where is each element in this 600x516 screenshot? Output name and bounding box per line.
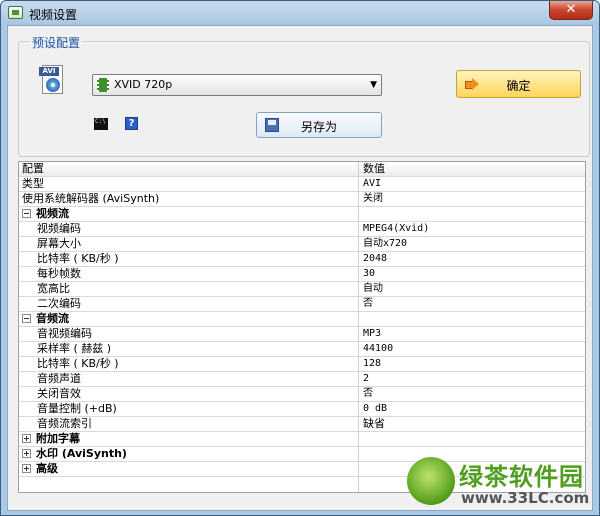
row-value[interactable]: 44100 bbox=[360, 342, 585, 357]
preset-group-title: 预设配置 bbox=[29, 34, 84, 51]
preset-group: 预设配置 AVI XVID 720p ▼ 确定 C:\ ? 另存为 bbox=[18, 34, 590, 157]
grid-row[interactable]: 宽高比 自动 bbox=[19, 282, 585, 297]
row-value[interactable]: 30 bbox=[360, 267, 585, 282]
grid-row[interactable]: 音频流索引 缺省 bbox=[19, 417, 585, 432]
save-as-button[interactable]: 另存为 bbox=[256, 112, 382, 138]
grid-row[interactable]: 音量控制 (+dB) 0 dB bbox=[19, 402, 585, 417]
grid-row[interactable]: 屏幕大小 自动x720 bbox=[19, 237, 585, 252]
row-label: 每秒帧数 bbox=[19, 267, 359, 282]
grid-row[interactable]: 每秒帧数 30 bbox=[19, 267, 585, 282]
film-icon bbox=[97, 78, 109, 92]
watermark-brand: 绿茶软件园 bbox=[459, 463, 584, 491]
settings-property-grid: 配置 数值 类型 AVI 使用系统解码器 (AviSynth) 关闭 视频流 视… bbox=[18, 161, 586, 493]
column-header-config[interactable]: 配置 bbox=[19, 162, 359, 177]
row-value[interactable]: 自动x720 bbox=[360, 237, 585, 252]
grid-group-video[interactable]: 视频流 bbox=[19, 207, 585, 222]
grid-row[interactable]: 关闭音效 否 bbox=[19, 387, 585, 402]
grid-row[interactable]: 使用系统解码器 (AviSynth) 关闭 bbox=[19, 192, 585, 207]
row-label: 音量控制 (+dB) bbox=[19, 402, 359, 417]
row-label: 类型 bbox=[19, 177, 359, 192]
row-label: 使用系统解码器 (AviSynth) bbox=[19, 192, 359, 207]
collapse-icon[interactable] bbox=[22, 209, 31, 218]
window-title: 视频设置 bbox=[29, 8, 78, 22]
group-label: 视频流 bbox=[36, 207, 69, 220]
collapse-icon[interactable] bbox=[22, 314, 31, 323]
ok-button-label: 确定 bbox=[506, 79, 531, 93]
row-value[interactable]: 2048 bbox=[360, 252, 585, 267]
row-label: 比特率 ( KB/秒 ) bbox=[19, 357, 359, 372]
row-label: 音频声道 bbox=[19, 372, 359, 387]
row-label: 比特率 ( KB/秒 ) bbox=[19, 252, 359, 267]
group-label: 水印 (AviSynth) bbox=[36, 447, 127, 460]
group-label: 附加字幕 bbox=[36, 432, 80, 445]
close-button[interactable]: ✕ bbox=[549, 1, 593, 20]
grid-group-audio[interactable]: 音频流 bbox=[19, 312, 585, 327]
grid-row[interactable]: 采样率 ( 赫兹 ) 44100 bbox=[19, 342, 585, 357]
row-label: 采样率 ( 赫兹 ) bbox=[19, 342, 359, 357]
row-label: 屏幕大小 bbox=[19, 237, 359, 252]
row-value[interactable]: 0 dB bbox=[360, 402, 585, 417]
row-label: 宽高比 bbox=[19, 282, 359, 297]
grid-group-subtitles[interactable]: 附加字幕 bbox=[19, 432, 585, 447]
row-value[interactable]: MPEG4(Xvid) bbox=[360, 222, 585, 237]
site-watermark: 绿茶软件园 www.33LC.com bbox=[407, 453, 597, 513]
row-value[interactable]: 关闭 bbox=[360, 192, 585, 207]
row-value bbox=[360, 312, 585, 327]
row-label: 音频流索引 bbox=[19, 417, 359, 432]
expand-icon[interactable] bbox=[22, 449, 31, 458]
row-value[interactable]: 否 bbox=[360, 387, 585, 402]
help-icon[interactable]: ? bbox=[125, 117, 138, 130]
row-value bbox=[360, 207, 585, 222]
group-label: 音频流 bbox=[36, 312, 69, 325]
grid-row[interactable]: 比特率 ( KB/秒 ) 128 bbox=[19, 357, 585, 372]
expand-icon[interactable] bbox=[22, 464, 31, 473]
preset-dropdown[interactable]: XVID 720p ▼ bbox=[92, 74, 382, 96]
ok-button[interactable]: 确定 bbox=[456, 70, 581, 98]
avi-file-icon: AVI bbox=[39, 65, 65, 95]
row-value[interactable]: 2 bbox=[360, 372, 585, 387]
row-label: 关闭音效 bbox=[19, 387, 359, 402]
row-label: 视频编码 bbox=[19, 222, 359, 237]
row-label: 音视频编码 bbox=[19, 327, 359, 342]
command-line-icon[interactable]: C:\ bbox=[94, 118, 108, 130]
grid-row[interactable]: 二次编码 否 bbox=[19, 297, 585, 312]
row-value[interactable]: MP3 bbox=[360, 327, 585, 342]
dialog-body: 预设配置 AVI XVID 720p ▼ 确定 C:\ ? 另存为 配置 数值 … bbox=[7, 25, 593, 511]
row-value bbox=[360, 432, 585, 447]
watermark-logo bbox=[407, 457, 455, 505]
row-value[interactable]: 128 bbox=[360, 357, 585, 372]
avi-tag: AVI bbox=[39, 67, 59, 76]
group-label: 高级 bbox=[36, 462, 58, 475]
preset-selected-value: XVID 720p bbox=[114, 78, 173, 91]
row-value[interactable]: AVI bbox=[360, 177, 585, 192]
watermark-url: www.33LC.com bbox=[461, 489, 590, 507]
grid-row[interactable]: 音频声道 2 bbox=[19, 372, 585, 387]
title-bar[interactable]: 视频设置 ✕ bbox=[1, 1, 599, 25]
chevron-down-icon[interactable]: ▼ bbox=[370, 80, 377, 90]
grid-header: 配置 数值 bbox=[19, 162, 585, 177]
grid-row[interactable]: 类型 AVI bbox=[19, 177, 585, 192]
row-value[interactable]: 自动 bbox=[360, 282, 585, 297]
video-settings-window: 视频设置 ✕ 预设配置 AVI XVID 720p ▼ 确定 C:\ ? 另存为… bbox=[0, 0, 600, 516]
grid-row[interactable]: 音视频编码 MP3 bbox=[19, 327, 585, 342]
app-icon bbox=[8, 6, 23, 19]
row-value[interactable]: 缺省 bbox=[360, 417, 585, 432]
grid-row[interactable]: 视频编码 MPEG4(Xvid) bbox=[19, 222, 585, 237]
save-as-label: 另存为 bbox=[300, 120, 337, 134]
row-value[interactable]: 否 bbox=[360, 297, 585, 312]
row-label: 二次编码 bbox=[19, 297, 359, 312]
grid-row[interactable]: 比特率 ( KB/秒 ) 2048 bbox=[19, 252, 585, 267]
column-header-value[interactable]: 数值 bbox=[360, 162, 585, 177]
expand-icon[interactable] bbox=[22, 434, 31, 443]
